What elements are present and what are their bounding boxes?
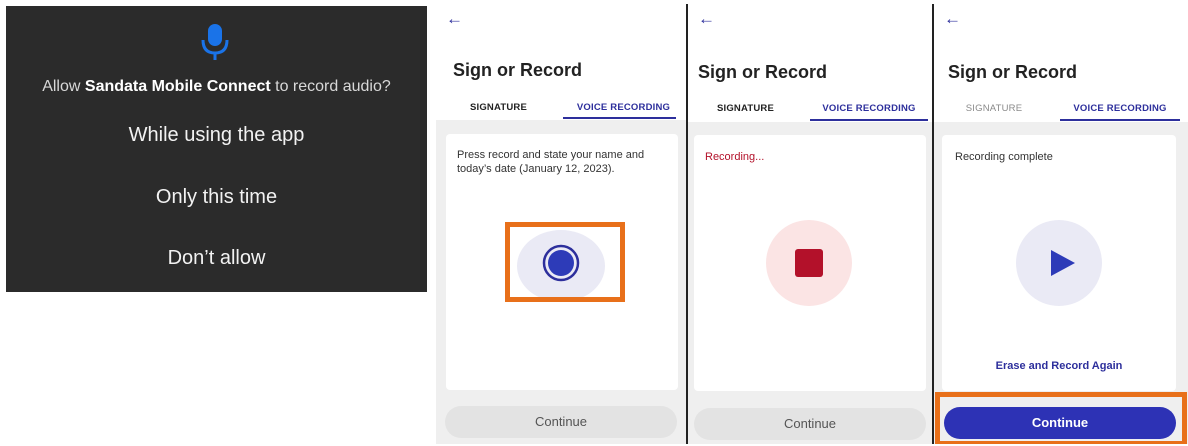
screen-recording: ← Sign or Record SIGNATURE VOICE RECORDI…	[688, 4, 932, 444]
back-arrow-icon[interactable]: ←	[698, 10, 715, 27]
screen-ready-to-record: ← Sign or Record SIGNATURE VOICE RECORDI…	[436, 4, 686, 444]
prompt-suffix: to record audio?	[275, 78, 391, 95]
microphone-icon	[201, 24, 229, 60]
dont-allow-button[interactable]: Don’t allow	[6, 247, 427, 270]
page-title: Sign or Record	[698, 62, 828, 82]
stop-icon[interactable]	[795, 249, 823, 277]
continue-button[interactable]: Continue	[694, 408, 926, 440]
permission-dialog: Allow Sandata Mobile Connect to record a…	[6, 6, 427, 292]
erase-record-again-link[interactable]: Erase and Record Again	[942, 360, 1176, 372]
page-title: Sign or Record	[948, 62, 1078, 82]
tab-signature[interactable]: SIGNATURE	[436, 102, 561, 113]
continue-button[interactable]: Continue	[445, 406, 677, 438]
while-using-app-button[interactable]: While using the app	[6, 124, 427, 147]
page-title: Sign or Record	[453, 60, 583, 80]
tab-signature[interactable]: SIGNATURE	[688, 103, 803, 114]
active-tab-indicator	[1060, 119, 1180, 121]
screen-recording-complete: ← Sign or Record SIGNATURE VOICE RECORDI…	[934, 4, 1188, 444]
recording-status: Recording complete	[955, 151, 1053, 163]
only-this-time-button[interactable]: Only this time	[6, 186, 427, 209]
play-icon[interactable]	[1047, 248, 1077, 278]
tab-voice-recording[interactable]: VOICE RECORDING	[1056, 103, 1184, 114]
instruction-text: Press record and state your name and tod…	[457, 149, 645, 175]
tab-voice-recording[interactable]: VOICE RECORDING	[806, 103, 932, 114]
back-arrow-icon[interactable]: ←	[446, 10, 463, 27]
recording-status: Recording...	[705, 151, 765, 163]
highlight-frame	[505, 222, 625, 302]
active-tab-indicator	[563, 117, 676, 119]
app-name: Sandata Mobile Connect	[84, 78, 271, 95]
tab-signature[interactable]: SIGNATURE	[934, 103, 1054, 114]
back-arrow-icon[interactable]: ←	[944, 10, 961, 27]
active-tab-indicator	[810, 119, 928, 121]
tab-voice-recording[interactable]: VOICE RECORDING	[561, 102, 686, 113]
highlight-frame	[935, 392, 1187, 444]
prompt-prefix: Allow	[42, 78, 81, 95]
permission-prompt: Allow Sandata Mobile Connect to record a…	[6, 78, 427, 96]
